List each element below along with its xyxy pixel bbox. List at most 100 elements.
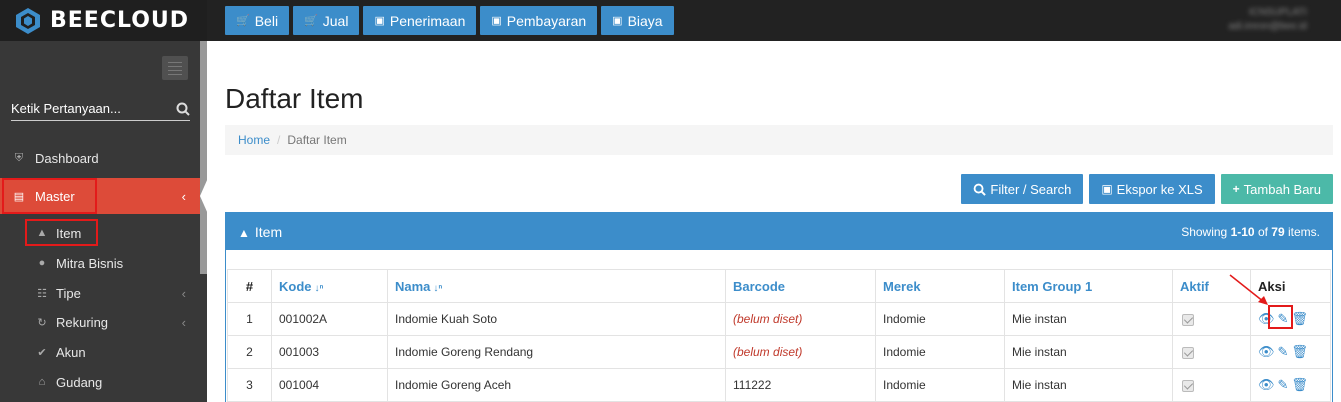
aktif-checkbox [1182,313,1194,326]
table-row: 3 001004 Indomie Goreng Aceh 111222 Indo… [227,368,1331,402]
sidebar-item-label: Akun [56,344,86,360]
chevron-left-icon: ‹ [181,314,186,330]
panel-header: ▲ Item Showing 1-10 of 79 items. [226,213,1332,250]
cell-merek: Indomie [875,335,1005,369]
beli-label: Beli [254,12,279,29]
breadcrumb-home-link[interactable]: Home [238,133,270,147]
sidebar-scrollbar[interactable] [200,41,207,274]
sidebar-item-label: Tipe [56,285,81,301]
trash-icon[interactable]: 🗑 [1291,377,1308,393]
plus-icon: + [1232,182,1240,196]
logo-hexagon-icon [16,7,40,34]
sidebar-item-tipe[interactable]: ☷ Tipe ‹ [0,278,200,308]
penerimaan-label: Penerimaan [389,12,466,29]
add-new-button[interactable]: + Tambah Baru [1220,174,1333,204]
col-barcode[interactable]: Barcode [725,269,876,303]
cell-kode: 001004 [271,368,388,402]
jual-button[interactable]: 🛒 Jual [293,6,360,35]
showing-suffix: items. [1284,224,1320,239]
cell-aktif [1172,335,1251,369]
app-logo[interactable]: BEECLOUD [0,0,207,41]
highlight-edit-icon [1268,305,1293,329]
user-email: adi.imron@bee.id [1228,21,1307,32]
col-nama-label: Nama [395,278,431,294]
cell-aksi: 👁 ✎ 🗑 [1250,368,1331,402]
table-header-row: # Kode ↓ⁿ Nama ↓ⁿ Barcode Merek Item Group… [227,269,1331,303]
sidebar-item-label: Gudang [56,374,103,390]
aktif-checkbox [1182,379,1194,392]
active-indicator [200,178,208,214]
user-menu[interactable]: ICNSUPLATI adi.imron@bee.id [1228,6,1307,34]
sidebar-item-rekuring[interactable]: ↻ Rekuring ‹ [0,307,200,337]
item-panel: ▲ Item Showing 1-10 of 79 items. # Kode ↓ⁿ… [225,212,1333,402]
chevron-left-icon: ‹ [181,188,186,204]
highlight-item [25,219,98,246]
edit-icon[interactable]: ✎ [1278,344,1289,360]
showing-of: of [1254,224,1272,239]
showing-range: 1-10 [1230,224,1255,239]
export-xls-label: Ekspor ke XLS [1116,181,1203,197]
table-row: 1 001002A Indomie Kuah Soto (belum diset… [227,302,1331,336]
col-item-group[interactable]: Item Group 1 [1004,269,1173,303]
cell-nama: Indomie Kuah Soto [387,302,726,336]
col-merek[interactable]: Merek [875,269,1005,303]
pembayaran-label: Pembayaran [506,12,587,29]
top-nav: 🛒 Beli 🛒 Jual ▣ Penerimaan ▣ Pembayaran ▣ Bia… [225,6,674,35]
search-icon [974,183,987,196]
beli-button[interactable]: 🛒 Beli [225,6,290,35]
breadcrumb-current: Daftar Item [287,133,347,147]
sidebar-item-label: Mitra Bisnis [56,255,124,271]
search-input[interactable]: Ketik Pertanyaan... [11,101,121,116]
filter-search-button[interactable]: Filter / Search [961,174,1084,204]
file-excel-icon: ▣ [1101,182,1113,196]
cell-barcode: 111222 [725,368,876,402]
cell-aktif [1172,368,1251,402]
sidebar-toggle-button[interactable] [162,56,188,80]
sidebar-item-akun[interactable]: ✔ Akun [0,337,200,367]
breadcrumb-separator: / [277,133,281,147]
panel-title: ▲ Item [238,224,282,240]
sidebar-item-mitra-bisnis[interactable]: ● Mitra Bisnis [0,248,200,278]
sidebar-item-label: Dashboard [35,150,99,166]
pembayaran-button[interactable]: ▣ Pembayaran [480,6,598,35]
panel-title-text: Item [254,223,283,240]
users-icon: ● [38,257,46,269]
col-kode-label: Kode [279,278,312,294]
trash-icon[interactable]: 🗑 [1291,344,1308,360]
cart-icon: 🛒 [304,15,318,27]
highlight-master [2,178,97,214]
user-name: ICNSUPLATI [1248,7,1307,18]
dashboard-icon: ⛨ [14,151,24,164]
penerimaan-button[interactable]: ▣ Penerimaan [363,6,477,35]
cell-item-group: Mie instan [1004,302,1173,336]
view-icon[interactable]: 👁 [1258,377,1275,393]
col-kode[interactable]: Kode ↓ⁿ [271,269,388,303]
export-xls-button[interactable]: ▣ Ekspor ke XLS [1089,174,1215,204]
col-nama[interactable]: Nama ↓ⁿ [387,269,726,303]
sidebar-item-dashboard[interactable]: ⛨ Dashboard [0,143,200,173]
search-icon[interactable] [176,102,190,116]
view-icon[interactable]: 👁 [1258,344,1275,360]
item-table: # Kode ↓ⁿ Nama ↓ⁿ Barcode Merek Item Group… [227,269,1331,402]
sidebar-item-gudang[interactable]: ⌂ Gudang [0,367,200,397]
showing-summary: Showing 1-10 of 79 items. [1181,225,1320,239]
row-number: 1 [227,302,272,336]
cell-kode: 001003 [271,335,388,369]
sitemap-icon: ☷ [37,287,47,300]
biaya-button[interactable]: ▣ Biaya [601,6,674,35]
sidebar-search[interactable]: Ketik Pertanyaan... [11,97,190,121]
cell-barcode: (belum diset) [725,335,876,369]
cell-kode: 001002A [271,302,388,336]
filter-search-label: Filter / Search [990,181,1072,197]
trash-icon[interactable]: 🗑 [1291,311,1308,327]
edit-icon[interactable]: ✎ [1278,377,1289,393]
cell-nama: Indomie Goreng Rendang [387,335,726,369]
cube-icon: ▲ [238,225,250,240]
money-icon: ▣ [491,15,502,27]
add-new-label: Tambah Baru [1243,181,1321,197]
money-icon: ▣ [374,15,385,27]
breadcrumb: Home / Daftar Item [225,125,1333,155]
sort-icon: ↓ⁿ [314,282,324,294]
row-number: 2 [227,335,272,369]
cell-aksi: 👁 ✎ 🗑 [1250,335,1331,369]
